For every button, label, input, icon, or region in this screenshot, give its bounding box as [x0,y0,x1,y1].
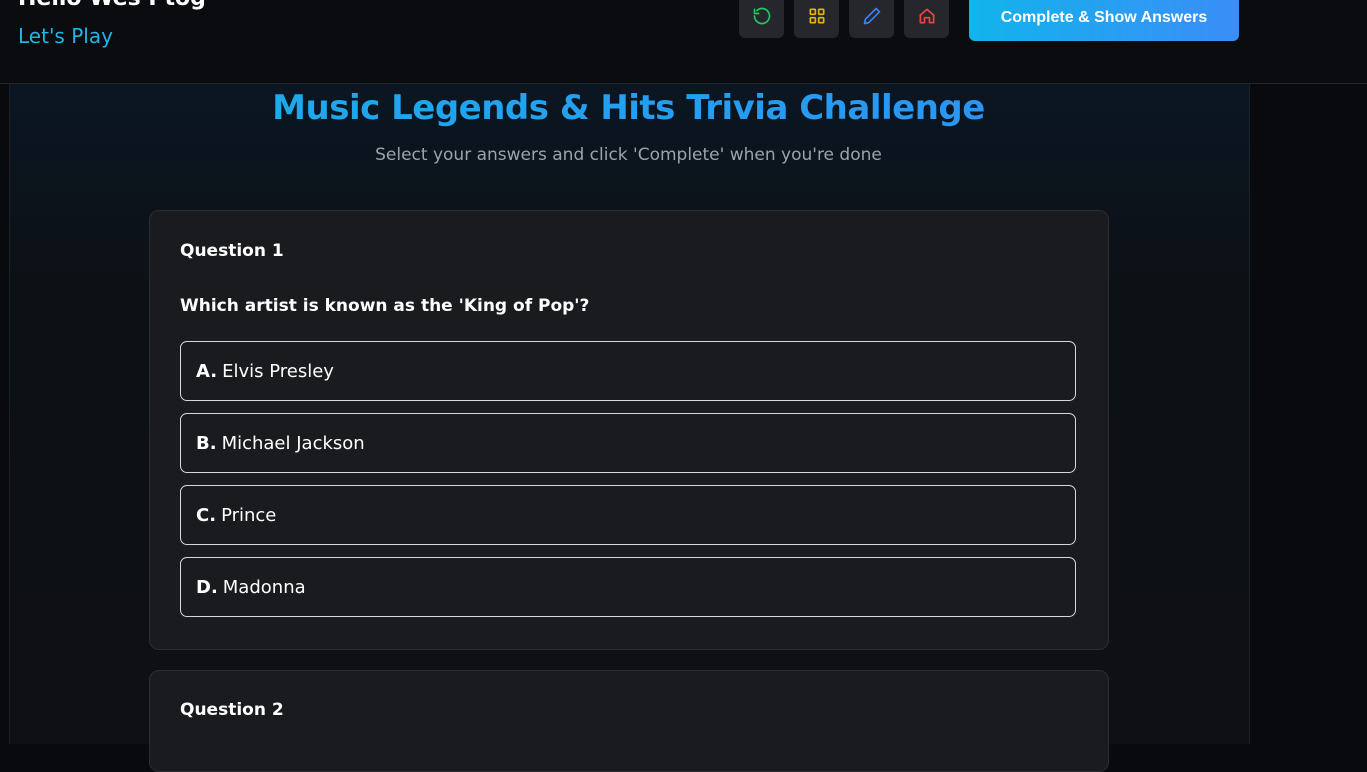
answer-option-b[interactable]: B. Michael Jackson [180,413,1076,473]
question-card: Question 1 Which artist is known as the … [149,210,1109,650]
answer-option-a[interactable]: A. Elvis Presley [180,341,1076,401]
answer-option-d[interactable]: D. Madonna [180,557,1076,617]
app-subtitle: Let's Play [18,24,113,48]
pencil-icon [863,7,880,25]
restart-button[interactable] [739,0,784,38]
question-number: Question 1 [180,241,284,261]
top-bar: Hello Wes Ptog Let's Play Complete & Sho… [0,0,1367,84]
option-text: Elvis Presley [222,360,334,382]
home-button[interactable] [904,0,949,38]
grid-icon [809,8,824,24]
option-letter: A. [196,360,218,382]
restart-icon [753,7,770,25]
option-letter: B. [196,432,217,454]
question-card: Question 2 [149,670,1109,772]
option-text: Michael Jackson [221,432,365,454]
question-text: Which artist is known as the 'King of Po… [180,296,590,316]
answer-option-c[interactable]: C. Prince [180,485,1076,545]
edit-button[interactable] [849,0,894,38]
app-title: Hello Wes Ptog [18,0,206,11]
option-letter: D. [196,576,218,598]
home-icon [919,8,934,24]
complete-show-answers-button[interactable]: Complete & Show Answers [969,0,1239,41]
question-number: Question 2 [180,700,284,720]
quiz-title: Music Legends & Hits Trivia Challenge [0,88,1257,128]
grid-button[interactable] [794,0,839,38]
option-text: Prince [221,504,277,526]
quiz-subtitle: Select your answers and click 'Complete'… [375,145,882,165]
option-letter: C. [196,504,217,526]
option-text: Madonna [222,576,306,598]
